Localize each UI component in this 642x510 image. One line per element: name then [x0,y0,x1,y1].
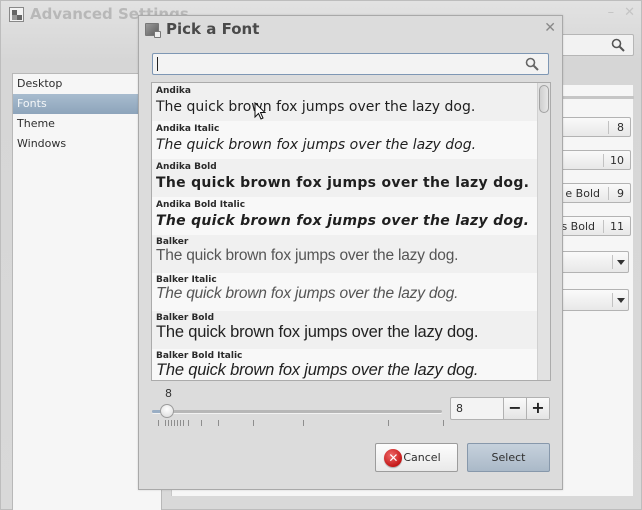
font-size-input[interactable] [451,398,503,419]
slider-tick [218,420,219,426]
app-icon [9,6,24,22]
search-icon [611,38,625,55]
close-icon[interactable]: ✕ [544,20,556,36]
slider-handle[interactable] [160,404,174,418]
font-list-item[interactable]: Balker Bold The quick brown fox jumps ov… [152,311,550,349]
slider-tick [168,420,169,426]
slider-tick [443,420,444,426]
font-search-field[interactable] [152,53,549,75]
increment-button[interactable]: + [526,398,549,419]
font-list-scrollbar[interactable] [537,83,550,380]
font-list[interactable]: Andika The quick brown fox jumps over th… [151,82,551,381]
window-controls: – ✕ [608,5,635,20]
slider-tick [174,420,175,426]
scrollbar-thumb[interactable] [539,85,549,113]
slider-tick [188,420,189,426]
slider-tick [171,420,172,426]
slider-tick [165,420,166,426]
select-button[interactable]: Select [467,443,550,472]
font-list-item[interactable]: Andika The quick brown fox jumps over th… [152,83,550,121]
slider-tick [388,420,389,426]
slider-tick [158,420,159,426]
font-list-item[interactable]: Andika Italic The quick brown fox jumps … [152,121,550,159]
slider-tick [303,420,304,426]
font-size-spinbox[interactable]: − + [450,397,550,420]
font-list-item[interactable]: Andika Bold Italic The quick brown fox j… [152,197,550,235]
slider-tick [183,420,184,426]
slider-track [152,410,442,413]
font-dialog-icon [145,22,161,38]
close-icon[interactable]: ✕ [624,5,635,20]
font-size-slider[interactable] [152,404,442,418]
divider [561,96,634,99]
mouse-pointer-icon [254,102,267,120]
font-list-item[interactable]: Balker The quick brown fox jumps over th… [152,235,550,273]
dialog-title: Pick a Font [166,20,260,38]
font-search-input[interactable] [156,56,516,72]
cancel-icon: ✕ [384,448,403,467]
pick-font-dialog: Pick a Font ✕ Andika The quick brown fox… [138,15,563,490]
minimize-icon[interactable]: – [608,5,615,20]
cancel-button[interactable]: ✕ Cancel [375,443,458,472]
slider-tick [201,420,202,426]
font-list-item[interactable]: Andika Bold The quick brown fox jumps ov… [152,159,550,197]
slider-tick [180,420,181,426]
font-list-item[interactable]: Balker Italic The quick brown fox jumps … [152,273,550,311]
dialog-titlebar: Pick a Font [145,20,259,38]
font-list-item[interactable]: Balker Bold Italic The quick brown fox j… [152,349,550,380]
size-value-label: 8 [165,387,172,400]
chevron-down-icon [612,255,628,269]
decrement-button[interactable]: − [503,398,526,419]
slider-tick [253,420,254,426]
chevron-down-icon [612,293,628,307]
slider-tick [177,420,178,426]
search-icon [525,57,539,74]
slider-ticks [152,420,444,428]
